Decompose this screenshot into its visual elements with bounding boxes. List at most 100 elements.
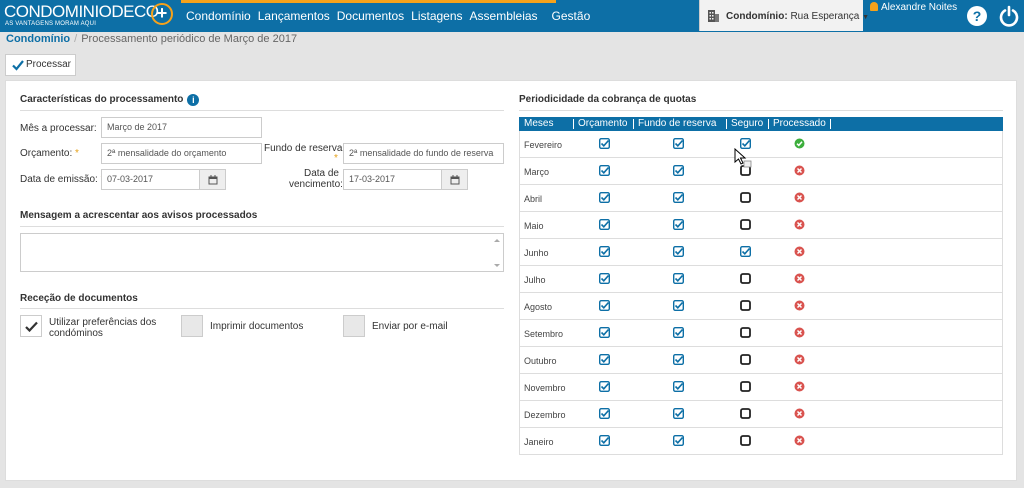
building-icon — [708, 10, 719, 22]
budget-checkbox[interactable] — [598, 353, 611, 366]
insurance-checkbox[interactable] — [740, 219, 751, 230]
nav-item-documentos[interactable]: Documentos — [337, 9, 404, 23]
divider — [20, 226, 504, 227]
periodicity-title: Periodicidade da cobrança de quotas — [519, 94, 697, 105]
reserve-fund-checkbox[interactable] — [672, 272, 685, 285]
divider — [519, 110, 1003, 111]
budget-checkbox[interactable] — [598, 272, 611, 285]
table-row: Novembro — [520, 374, 1002, 401]
nav-item-lancamentos[interactable]: Lançamentos — [258, 9, 330, 23]
table-row: Janeiro — [520, 428, 1002, 455]
preferences-checkbox[interactable] — [20, 315, 42, 337]
col-meses: Meses — [524, 118, 554, 129]
due-date-calendar-button[interactable] — [441, 169, 468, 190]
user-menu[interactable]: Alexandre Noites — [870, 2, 957, 13]
reserve-fund-checkbox[interactable] — [672, 137, 685, 150]
due-date-input[interactable]: 17-03-2017 — [343, 169, 442, 190]
issue-date-input[interactable]: 07-03-2017 — [101, 169, 200, 190]
reserve-fund-checkbox[interactable] — [672, 191, 685, 204]
budget-checkbox[interactable] — [598, 407, 611, 420]
reserve-fund-checkbox[interactable] — [672, 245, 685, 258]
budget-checkbox[interactable] — [598, 326, 611, 339]
col-separator — [573, 119, 574, 129]
table-row: Fevereiro — [520, 131, 1002, 158]
reserve-fund-checkbox[interactable] — [672, 326, 685, 339]
characteristics-title-text: Características do processamento — [20, 94, 184, 105]
reserve-fund-checkbox[interactable] — [672, 434, 685, 447]
logo[interactable]: CONDOMINIODECO AS VANTAGENS MORAM AQUI + — [4, 3, 174, 30]
insurance-checkbox[interactable] — [740, 354, 751, 365]
insurance-checkbox[interactable] — [740, 381, 751, 392]
print-documents-checkbox[interactable] — [181, 315, 203, 337]
budget-checkbox[interactable] — [598, 164, 611, 177]
budget-label-text: Orçamento: — [20, 148, 73, 159]
budget-checkbox[interactable] — [598, 434, 611, 447]
budget-checkbox[interactable] — [598, 218, 611, 231]
nav-item-gestao[interactable]: Gestão — [552, 9, 591, 23]
reserve-fund-checkbox[interactable] — [672, 299, 685, 312]
budget-checkbox[interactable] — [598, 191, 611, 204]
reserve-fund-checkbox[interactable] — [672, 353, 685, 366]
divider — [20, 308, 504, 309]
not-processed-icon — [794, 246, 805, 257]
logo-tagline: AS VANTAGENS MORAM AQUI — [5, 21, 97, 27]
not-processed-icon — [794, 300, 805, 311]
budget-checkbox[interactable] — [598, 299, 611, 312]
budget-label: Orçamento: * — [20, 148, 79, 159]
budget-checkbox[interactable] — [598, 380, 611, 393]
table-row: Junho — [520, 239, 1002, 266]
nav-item-condominio[interactable]: Condomínio — [186, 9, 251, 23]
col-separator — [768, 119, 769, 129]
budget-checkbox[interactable] — [598, 137, 611, 150]
reserve-fund-checkbox[interactable] — [672, 218, 685, 231]
insurance-checkbox[interactable] — [739, 245, 752, 258]
main-panel: Características do processamento i Mês a … — [5, 80, 1017, 481]
message-textarea[interactable] — [20, 233, 504, 272]
issue-date-label: Data de emissão: * — [20, 174, 105, 185]
col-separator — [726, 119, 727, 129]
breadcrumb-separator: / — [74, 33, 78, 45]
logo-plus-icon: + — [151, 3, 173, 25]
insurance-checkbox[interactable] — [740, 273, 751, 284]
month-cell: Setembro — [524, 329, 564, 339]
reserve-fund-checkbox[interactable] — [672, 380, 685, 393]
reserve-fund-checkbox[interactable] — [672, 407, 685, 420]
help-button[interactable]: ? — [967, 6, 987, 26]
budget-checkbox[interactable] — [598, 245, 611, 258]
nav-item-listagens[interactable]: Listagens — [411, 9, 462, 23]
user-icon — [870, 2, 878, 11]
nav-item-assembleias[interactable]: Assembleias — [470, 9, 538, 23]
message-title: Mensagem a acrescentar aos avisos proces… — [20, 210, 258, 221]
not-processed-icon — [794, 273, 805, 284]
month-input[interactable]: Março de 2017 — [101, 117, 262, 138]
mouse-cursor-icon — [734, 148, 752, 168]
print-documents-label: Imprimir documentos — [210, 321, 304, 332]
send-email-checkbox[interactable] — [343, 315, 365, 337]
power-icon[interactable] — [998, 5, 1020, 27]
not-processed-icon — [794, 165, 805, 176]
condominium-caption: Condomínio: — [726, 11, 788, 22]
reserve-fund-input[interactable]: 2ª mensalidade do fundo de reserva — [343, 143, 504, 164]
month-cell: Agosto — [524, 302, 553, 312]
preferences-label: Utilizar preferências dos condóminos — [49, 317, 156, 339]
insurance-checkbox[interactable] — [740, 327, 751, 338]
insurance-checkbox[interactable] — [740, 435, 751, 446]
send-email-label: Enviar por e-mail — [372, 321, 448, 332]
col-fundo: Fundo de reserva — [638, 118, 717, 129]
breadcrumb-root[interactable]: Condomínio — [6, 33, 70, 45]
chevron-down-icon: ▼ — [862, 14, 870, 21]
logo-text: CONDOMINIODECO — [4, 2, 159, 21]
budget-input[interactable]: 2ª mensalidade do orçamento — [101, 143, 262, 164]
insurance-checkbox[interactable] — [740, 192, 751, 203]
table-row: Abril — [520, 185, 1002, 212]
condominium-selector[interactable]: Condomínio: Rua Esperança ▼ — [699, 0, 869, 31]
process-button[interactable]: Processar — [5, 54, 76, 76]
scrollbar[interactable] — [493, 237, 501, 269]
reserve-fund-checkbox[interactable] — [672, 164, 685, 177]
info-icon[interactable]: i — [187, 94, 200, 106]
insurance-checkbox[interactable] — [740, 300, 751, 311]
due-date-label-line1: Data de — [303, 168, 339, 179]
nav-accent-line — [181, 0, 556, 3]
insurance-checkbox[interactable] — [740, 408, 751, 419]
issue-date-calendar-button[interactable] — [199, 169, 226, 190]
